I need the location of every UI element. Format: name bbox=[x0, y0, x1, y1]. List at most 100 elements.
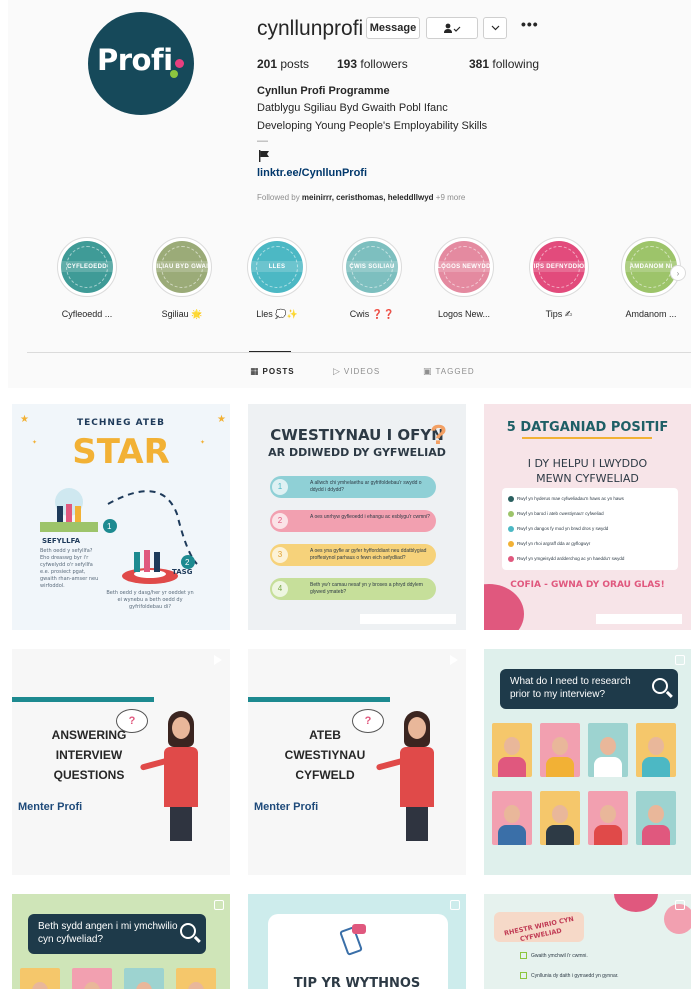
highlight-label: Sgiliau 🌟 bbox=[161, 309, 203, 319]
presenter-legs bbox=[170, 807, 192, 841]
worker-face bbox=[504, 805, 520, 823]
highlight-tips[interactable]: TIPS DEFNYDDIOL Tips ✍ bbox=[526, 237, 592, 320]
highlight-badge-text: CWIS SGILIAU bbox=[346, 261, 398, 272]
carousel-icon bbox=[450, 900, 460, 910]
worker-face bbox=[136, 982, 152, 989]
followed-by-more: +9 more bbox=[435, 193, 466, 202]
question-text: A allwch chi ymhelaethu ar gyfrifoldebau… bbox=[310, 480, 422, 493]
highlight-lles[interactable]: LLES Lles 💭✨ bbox=[244, 237, 310, 320]
highlights-next-arrow-icon[interactable]: › bbox=[670, 265, 686, 281]
statement-text: Rwyf yn hyderus mae cyfweliadau'n haws a… bbox=[517, 496, 624, 502]
svg-text:1: 1 bbox=[107, 522, 112, 531]
stat-followers[interactable]: 193 followers bbox=[337, 57, 447, 71]
following-status-button[interactable] bbox=[426, 17, 478, 39]
worker-face bbox=[552, 737, 568, 755]
post-subtitle: I DY HELPU I LWYDDO MEWN CYFWELIAD bbox=[484, 456, 691, 486]
bio-link[interactable]: linktr.ee/CynllunProfi bbox=[257, 167, 367, 179]
highlight-label: Amdanom ... bbox=[625, 309, 677, 319]
highlight-label: Logos New... bbox=[437, 309, 491, 319]
highlight-cover: CWIS SGILIAU bbox=[346, 241, 398, 293]
highlight-badge-text: SGILIAU BYD GWAITH bbox=[156, 261, 208, 272]
question-item: A allwch chi ymhelaethu ar gyfrifoldebau… bbox=[270, 476, 436, 498]
post-questions-to-ask[interactable]: CWESTIYNAU I OFYN AR DDIWEDD DY GYFWELIA… bbox=[248, 404, 466, 630]
statement-row: Rwyf yn hyderus mae cyfweliadau'n haws a… bbox=[508, 496, 678, 502]
worker-face bbox=[600, 737, 616, 755]
message-button[interactable]: Message bbox=[366, 17, 420, 39]
presenter-face bbox=[408, 717, 426, 739]
post-video-ateb-cwestiynau[interactable]: ATEB CWESTIYNAU CYFWELD ? Menter Profi bbox=[248, 649, 466, 875]
bio-line-english: Developing Young People's Employability … bbox=[257, 120, 488, 132]
stat-posts: 201 posts bbox=[257, 57, 315, 71]
followed-by[interactable]: Followed by meinirrr, ceristhomas, heled… bbox=[257, 193, 465, 202]
worker-tile bbox=[540, 791, 580, 845]
profile-username: cynllunprofi bbox=[257, 17, 364, 40]
worker-body bbox=[594, 825, 622, 845]
statement-row: Rwyf yn barod i ateb cwestiynau'r cyfwel… bbox=[508, 511, 678, 517]
subtitle-line: MEWN CYFWELIAD bbox=[536, 472, 639, 485]
statement-row: Rwyf yn rhoi argraff dda ar gyflogwyr bbox=[508, 541, 678, 547]
post-tip-of-week[interactable]: TIP YR WYTHNOS bbox=[248, 894, 466, 989]
posts-count: 201 bbox=[257, 57, 278, 71]
bio-name: Cynllun Profi Programme bbox=[257, 85, 390, 97]
followers-label: followers bbox=[360, 57, 408, 71]
post-video-answering-questions[interactable]: ANSWERING INTERVIEW QUESTIONS ? Menter P… bbox=[12, 649, 230, 875]
stat-following[interactable]: 381 following bbox=[469, 57, 539, 71]
tab-videos[interactable]: ▷ VIDEOS bbox=[333, 366, 380, 377]
post-research-english[interactable]: What do I need to research prior to my i… bbox=[484, 649, 691, 875]
video-play-icon bbox=[450, 655, 458, 665]
posts-label: posts bbox=[280, 57, 310, 71]
more-options-icon[interactable]: ••• bbox=[521, 16, 539, 32]
svg-text:2: 2 bbox=[185, 558, 190, 567]
worker-face bbox=[552, 805, 568, 823]
post-interview-checklist[interactable]: RHESTR WIRIO CYN CYFWELIAD Gwaith ymchwi… bbox=[484, 894, 691, 989]
worker-tile bbox=[588, 791, 628, 845]
highlight-cover: AMDANOM NI bbox=[625, 241, 677, 293]
highlight-sgiliau[interactable]: SGILIAU BYD GWAITH Sgiliau 🌟 bbox=[149, 237, 215, 320]
title-accent-bar bbox=[12, 697, 154, 702]
worker-tile bbox=[20, 968, 60, 989]
post-title-banner: What do I need to research prior to my i… bbox=[500, 669, 678, 709]
step-label: SEFYLLFA bbox=[42, 537, 80, 545]
decor-blob bbox=[614, 894, 658, 912]
highlight-ring: LLES bbox=[247, 237, 307, 297]
highlight-cwis[interactable]: CWIS SGILIAU Cwis ❓❓ bbox=[339, 237, 405, 320]
statement-text: Rwyf yn barod i ateb cwestiynau'r cyfwel… bbox=[517, 511, 604, 517]
highlight-cover: TIPS DEFNYDDIOL bbox=[533, 241, 585, 293]
highlight-cyfleoedd[interactable]: CYFLEOEDD Cyfleoedd ... bbox=[54, 237, 120, 319]
worker-tile bbox=[636, 723, 676, 777]
highlight-label: Cyfleoedd ... bbox=[61, 309, 113, 319]
profile-avatar[interactable]: Profi bbox=[88, 12, 194, 115]
carousel-icon bbox=[675, 655, 685, 665]
highlight-ring: TIPS DEFNYDDIOL bbox=[529, 237, 589, 297]
tab-posts[interactable]: ▦ POSTS bbox=[250, 366, 295, 377]
suggested-accounts-button[interactable] bbox=[483, 17, 507, 39]
highlight-ring: LOGOS NEWYDD bbox=[434, 237, 494, 297]
menter-profi-logo: Menter Profi bbox=[254, 801, 319, 813]
post-positive-statements[interactable]: 5 DATGANIAD POSITIF I DY HELPU I LWYDDO M… bbox=[484, 404, 691, 630]
avatar-logo-dot-green bbox=[170, 70, 178, 78]
highlight-ring: CYFLEOEDD bbox=[57, 237, 117, 297]
worker-face bbox=[504, 737, 520, 755]
post-research-welsh[interactable]: Beth sydd angen i mi ymchwilio cyn cyfwe… bbox=[12, 894, 230, 989]
tab-label: VIDEOS bbox=[343, 367, 381, 376]
question-text: A oes unrhyw gyfleoedd i ehangu ac esbly… bbox=[310, 514, 430, 520]
highlight-label: Lles 💭✨ bbox=[256, 309, 298, 319]
presenter-body bbox=[400, 747, 434, 807]
step-description: Beth oedd y sefyllfa? Eho dreaswg byr i'… bbox=[40, 548, 99, 589]
tab-tagged[interactable]: ▣ TAGGED bbox=[423, 366, 475, 377]
question-item: Beth yw'r camau nesaf yn y broses a phry… bbox=[270, 578, 436, 600]
title-underline bbox=[522, 437, 652, 439]
post-title: ATEB CWESTIYNAU CYFWELD bbox=[266, 725, 384, 785]
highlight-logos[interactable]: LOGOS NEWYDD Logos New... bbox=[431, 237, 497, 319]
followed-by-names: meinirrr, ceristhomas, heleddllwyd bbox=[301, 193, 434, 202]
highlight-label: Tips ✍ bbox=[545, 309, 573, 319]
post-star-technique[interactable]: TECHNEG ATEB STAR 1 2 ★ ★ ✦ ✦ SEFYLLFA Bet… bbox=[12, 404, 230, 630]
bio-line-welsh: Datblygu Sgiliau Byd Gwaith Pobl Ifanc bbox=[257, 102, 448, 114]
checklist-text: Gwaith ymchwil i'r cwmni. bbox=[531, 952, 588, 959]
worker-body bbox=[498, 825, 526, 845]
speech-bubble-icon: ? bbox=[352, 709, 384, 733]
svg-text:✦: ✦ bbox=[32, 439, 37, 446]
checkbox-icon bbox=[520, 952, 527, 959]
sponsor-logos bbox=[596, 614, 682, 624]
bullet-icon bbox=[508, 496, 514, 502]
